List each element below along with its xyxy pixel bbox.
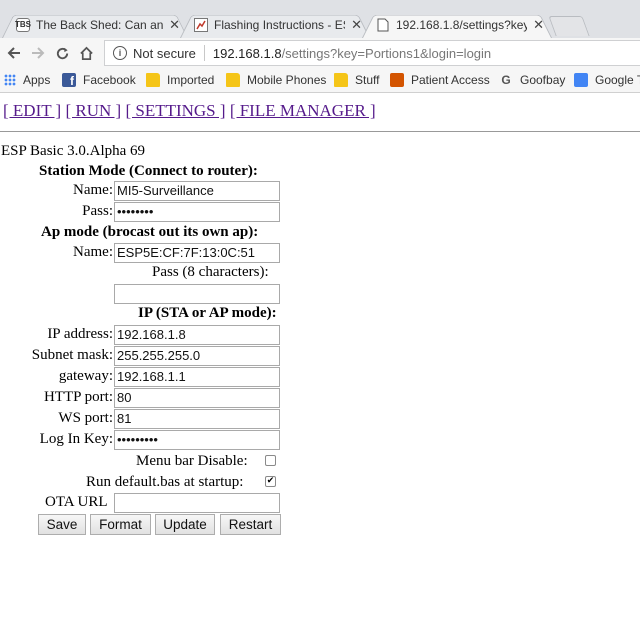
ota-url-input[interactable] bbox=[114, 493, 280, 513]
folder-icon bbox=[146, 73, 160, 87]
bookmark-google-translate[interactable]: Google T bbox=[574, 73, 640, 87]
subnet-mask-label: Subnet mask: bbox=[31, 347, 113, 363]
bookmark-label: Imported bbox=[167, 73, 215, 87]
ap-name-input[interactable]: ESP5E:CF:7F:13:0C:51 bbox=[114, 243, 280, 263]
http-port-input[interactable]: 80 bbox=[114, 388, 280, 408]
goofbay-icon: G bbox=[501, 73, 511, 87]
info-icon[interactable]: i bbox=[113, 46, 127, 60]
ap-pass-input[interactable] bbox=[114, 284, 280, 304]
tbs-favicon-icon: TBS bbox=[15, 17, 31, 32]
autorun-label: Run default.bas at startup: bbox=[86, 474, 244, 490]
close-icon[interactable]: ✕ bbox=[533, 17, 544, 33]
address-bar[interactable]: i Not secure 192.168.1.8/settings?key=Po… bbox=[104, 40, 640, 66]
ip-heading: IP (STA or AP mode): bbox=[138, 305, 277, 321]
ap-pass-label: Pass (8 characters): bbox=[152, 264, 269, 280]
facebook-icon: f bbox=[62, 73, 76, 88]
tab-title: 192.168.1.8/settings?key bbox=[396, 17, 528, 32]
menubar-disable-label: Menu bar Disable: bbox=[136, 453, 248, 469]
url-host: 192.168.1.8 bbox=[212, 45, 282, 61]
station-name-label: Name: bbox=[73, 182, 113, 198]
bookmark-apps[interactable]: Apps bbox=[4, 73, 50, 87]
patient-access-icon bbox=[390, 73, 404, 87]
settings-form: Station Mode (Connect to router): Name: … bbox=[0, 93, 640, 630]
reload-icon[interactable] bbox=[50, 41, 74, 65]
tab-title: Flashing Instructions - ES bbox=[214, 17, 346, 32]
folder-icon bbox=[334, 73, 348, 87]
http-port-label: HTTP port: bbox=[43, 389, 113, 405]
bookmark-label: Google T bbox=[595, 73, 640, 87]
forward-arrow-icon[interactable] bbox=[26, 41, 50, 65]
url-path: /settings?key=Portions1&login=login bbox=[281, 45, 492, 61]
bookmark-patient-access[interactable]: Patient Access bbox=[390, 73, 490, 87]
station-pass-input[interactable]: •••••••• bbox=[114, 202, 280, 222]
home-icon[interactable] bbox=[74, 41, 98, 65]
page-favicon-icon bbox=[376, 18, 390, 32]
browser-toolbar: i Not secure 192.168.1.8/settings?key=Po… bbox=[0, 38, 640, 68]
gateway-input[interactable]: 192.168.1.1 bbox=[114, 367, 280, 387]
security-label: Not secure bbox=[133, 45, 196, 61]
bookmark-label: Mobile Phones bbox=[247, 73, 327, 87]
apps-icon bbox=[4, 74, 16, 86]
restart-button[interactable]: Restart bbox=[220, 514, 281, 535]
bookmark-label: Facebook bbox=[83, 73, 136, 87]
bookmark-imported[interactable]: Imported bbox=[146, 73, 214, 87]
ap-name-label: Name: bbox=[73, 244, 113, 260]
login-key-label: Log In Key: bbox=[39, 431, 113, 447]
tab-title: The Back Shed: Can anyc bbox=[36, 17, 164, 32]
bookmark-label: Goofbay bbox=[520, 73, 566, 87]
tab-strip: TBS The Back Shed: Can anyc ✕ Flashing I… bbox=[0, 0, 640, 38]
station-mode-heading: Station Mode (Connect to router): bbox=[39, 163, 258, 179]
station-pass-label: Pass: bbox=[82, 203, 113, 219]
tab-back-shed[interactable]: TBS The Back Shed: Can anyc ✕ bbox=[2, 11, 188, 38]
update-button[interactable]: Update bbox=[155, 514, 215, 535]
google-translate-icon bbox=[574, 73, 588, 87]
tab-settings-active[interactable]: 192.168.1.8/settings?key ✕ bbox=[362, 11, 552, 38]
bookmark-mobile-phones[interactable]: Mobile Phones bbox=[226, 73, 326, 87]
ip-address-label: IP address: bbox=[47, 326, 113, 342]
ota-url-label: OTA URL bbox=[45, 494, 108, 510]
folder-icon bbox=[226, 73, 240, 87]
autorun-checkbox[interactable]: ✔ bbox=[265, 476, 276, 487]
menubar-disable-checkbox[interactable] bbox=[265, 455, 276, 466]
divider bbox=[203, 45, 205, 61]
save-button[interactable]: Save bbox=[38, 514, 86, 535]
bookmark-facebook[interactable]: f Facebook bbox=[62, 73, 136, 88]
bookmark-label: Apps bbox=[23, 73, 51, 87]
page-content: [ EDIT ] [ RUN ] [ SETTINGS ] [ FILE MAN… bbox=[0, 93, 640, 630]
tab-flashing-instructions[interactable]: Flashing Instructions - ES ✕ bbox=[180, 11, 370, 38]
ip-address-input[interactable]: 192.168.1.8 bbox=[114, 325, 280, 345]
ws-port-label: WS port: bbox=[58, 410, 113, 426]
bookmark-label: Patient Access bbox=[411, 73, 490, 87]
close-icon[interactable]: ✕ bbox=[351, 17, 362, 33]
gateway-label: gateway: bbox=[58, 368, 113, 384]
bookmark-goofbay[interactable]: G Goofbay bbox=[499, 73, 565, 87]
back-arrow-icon[interactable] bbox=[2, 41, 26, 65]
ws-port-input[interactable]: 81 bbox=[114, 409, 280, 429]
bookmarks-bar: Apps f Facebook Imported Mobile Phones S… bbox=[0, 68, 640, 93]
login-key-input[interactable]: ••••••••• bbox=[114, 430, 280, 450]
station-name-input[interactable]: MI5-Surveillance bbox=[114, 181, 280, 201]
document-favicon-icon bbox=[194, 17, 208, 32]
new-tab-button[interactable] bbox=[548, 16, 590, 36]
ap-mode-heading: Ap mode (brocast out its own ap): bbox=[41, 224, 259, 240]
subnet-mask-input[interactable]: 255.255.255.0 bbox=[114, 346, 280, 366]
bookmark-label: Stuff bbox=[355, 73, 380, 87]
format-button[interactable]: Format bbox=[90, 514, 151, 535]
bookmark-stuff[interactable]: Stuff bbox=[334, 73, 379, 87]
close-icon[interactable]: ✕ bbox=[169, 17, 180, 33]
